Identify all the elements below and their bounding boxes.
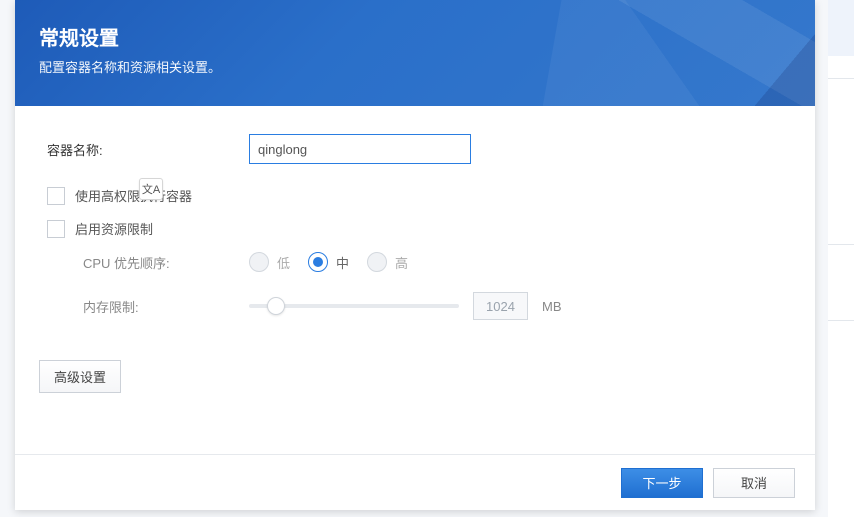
resource-limit-row: 启用资源限制 — [39, 219, 791, 238]
cpu-priority-row: CPU 优先顺序: 低 中 高 — [39, 252, 791, 272]
general-settings-dialog: 常规设置 配置容器名称和资源相关设置。 容器名称: 使用高权限执行容器 文A 启… — [15, 0, 815, 510]
memory-limit-controls: MB — [249, 292, 562, 320]
cpu-priority-label: CPU 优先顺序: — [39, 253, 249, 272]
dialog-body: 容器名称: 使用高权限执行容器 文A 启用资源限制 CPU 优先顺序: 低 中 — [15, 106, 815, 454]
background-stripe — [828, 0, 854, 56]
dialog-title: 常规设置 — [39, 22, 791, 51]
dialog-subtitle: 配置容器名称和资源相关设置。 — [39, 57, 791, 76]
high-privilege-row: 使用高权限执行容器 文A — [39, 186, 791, 205]
cpu-priority-mid-label: 中 — [336, 253, 349, 272]
memory-limit-input[interactable] — [473, 292, 528, 320]
resource-limit-label: 启用资源限制 — [75, 219, 153, 238]
cancel-button[interactable]: 取消 — [713, 468, 795, 498]
container-name-input[interactable] — [249, 134, 471, 164]
slider-thumb[interactable] — [267, 297, 285, 315]
advanced-settings-button[interactable]: 高级设置 — [39, 360, 121, 393]
resource-limit-checkbox[interactable] — [47, 220, 65, 238]
cpu-priority-high-label: 高 — [395, 253, 408, 272]
high-privilege-checkbox[interactable] — [47, 187, 65, 205]
memory-limit-slider[interactable] — [249, 296, 459, 316]
background-divider — [828, 78, 854, 79]
background-divider — [828, 320, 854, 321]
cpu-priority-low-label: 低 — [277, 253, 290, 272]
memory-limit-unit: MB — [542, 299, 562, 314]
container-name-row: 容器名称: — [39, 134, 791, 164]
cpu-priority-radio-group: 低 中 高 — [249, 252, 418, 272]
dialog-footer: 下一步 取消 — [15, 454, 815, 510]
next-button[interactable]: 下一步 — [621, 468, 703, 498]
dialog-header: 常规设置 配置容器名称和资源相关设置。 — [15, 0, 815, 106]
translate-icon-glyph: 文A — [142, 181, 160, 197]
high-privilege-label: 使用高权限执行容器 — [75, 186, 192, 205]
translate-icon[interactable]: 文A — [139, 178, 163, 200]
cpu-priority-low-radio[interactable] — [249, 252, 269, 272]
memory-limit-label: 内存限制: — [39, 297, 249, 316]
cpu-priority-high-radio[interactable] — [367, 252, 387, 272]
memory-limit-row: 内存限制: MB — [39, 292, 791, 320]
container-name-label: 容器名称: — [39, 140, 249, 159]
background-divider — [828, 244, 854, 245]
resource-limit-subsection: CPU 优先顺序: 低 中 高 内存限制: — [39, 252, 791, 320]
cpu-priority-mid-radio[interactable] — [308, 252, 328, 272]
